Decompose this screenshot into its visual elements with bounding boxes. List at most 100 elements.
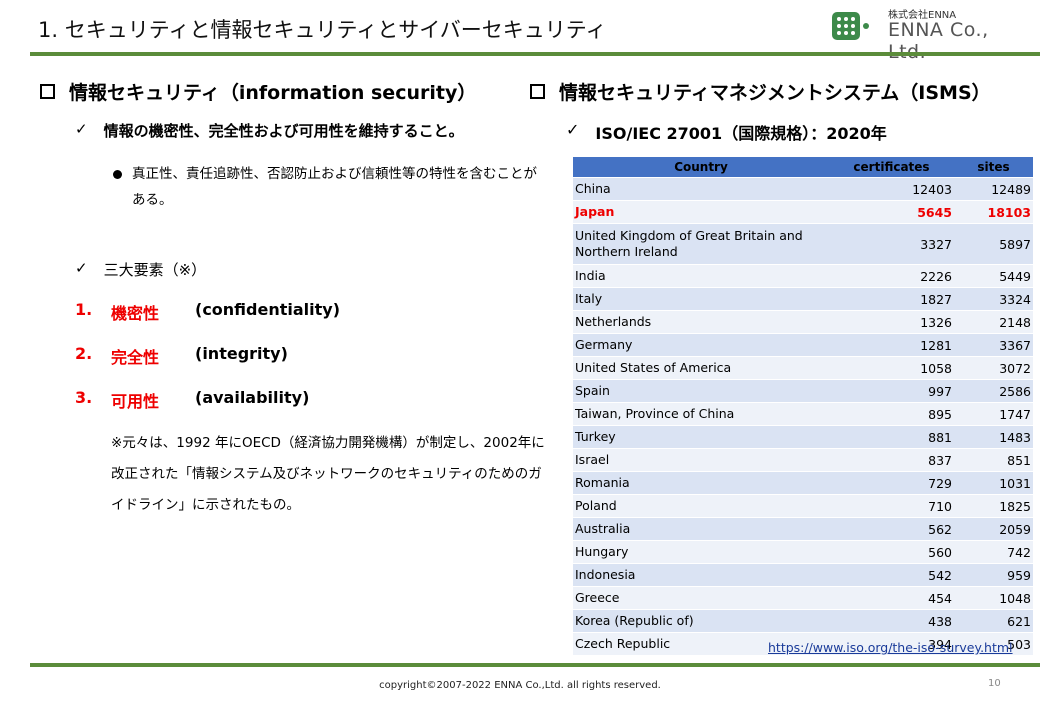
table-row: United Kingdom of Great Britain and Nort… — [573, 223, 1033, 265]
sites-cell: 742 — [954, 540, 1033, 564]
sites-cell: 621 — [954, 609, 1033, 633]
sites-cell: 3072 — [954, 356, 1033, 380]
sites-cell: 2148 — [954, 310, 1033, 334]
country-cell: China — [573, 177, 829, 201]
certificates-cell: 881 — [829, 425, 954, 449]
sites-cell: 1483 — [954, 425, 1033, 449]
column-header: certificates — [829, 157, 954, 178]
square-bullet-icon — [530, 84, 545, 99]
table-body: China 12403 12489 Japan 5645 18103 United King… — [573, 177, 1033, 655]
checkmark-icon: ✓ — [566, 120, 580, 139]
isms-heading: 情報セキュリティマネジメントシステム（ISMS） — [530, 78, 991, 105]
footer-divider — [30, 663, 1040, 667]
element-availability: 3. 可用性 (availability) — [75, 388, 545, 412]
country-cell: Turkey — [573, 425, 829, 449]
iso-subheading-text: ISO/IEC 27001（国際規格）：2020年 — [595, 124, 887, 143]
certificates-cell: 837 — [829, 448, 954, 472]
company-logo: 株式会社ENNA ENNA Co., Ltd. — [830, 6, 1030, 63]
bullet-text: 真正性、責任追跡性、否認防止および信頼性等の特性を含むことがある。 — [132, 166, 537, 208]
certificates-cell: 12403 — [829, 177, 954, 201]
sites-cell: 3324 — [954, 287, 1033, 311]
table-row: Indonesia 542 959 — [573, 563, 1033, 587]
sites-cell: 2059 — [954, 517, 1033, 541]
certificates-cell: 562 — [829, 517, 954, 541]
country-cell: Israel — [573, 448, 829, 472]
info-security-section: ✓ 情報の機密性、完全性および可用性を維持すること。 真正性、責任追跡性、否認防… — [75, 120, 545, 521]
elements-title: 三大要素（※） — [103, 261, 207, 279]
info-security-heading: 情報セキュリティ（information security） — [40, 78, 476, 105]
source-link[interactable]: https://www.iso.org/the-iso-survey.html — [768, 640, 1013, 655]
element-number: 2. — [75, 344, 93, 363]
slide-title: 1. セキュリティと情報セキュリティとサイバーセキュリティ — [38, 18, 607, 42]
country-cell: India — [573, 264, 829, 288]
country-cell: Japan — [573, 200, 829, 224]
sites-cell: 2586 — [954, 379, 1033, 403]
table-row: Italy 1827 3324 — [573, 287, 1033, 311]
country-cell: United States of America — [573, 356, 829, 380]
bullet-dot-icon — [113, 170, 122, 179]
sites-cell: 12489 — [954, 177, 1033, 201]
certificates-cell: 710 — [829, 494, 954, 518]
element-en: (confidentiality) — [195, 300, 341, 319]
info-security-heading-text: 情報セキュリティ（information security） — [69, 82, 477, 104]
country-cell: United Kingdom of Great Britain and Nort… — [573, 223, 829, 265]
elements-title-line: ✓ 三大要素（※） — [75, 259, 545, 280]
element-en: (integrity) — [195, 344, 288, 363]
certificates-cell: 895 — [829, 402, 954, 426]
country-cell: Poland — [573, 494, 829, 518]
certificates-cell: 560 — [829, 540, 954, 564]
checkmark-icon: ✓ — [75, 120, 88, 138]
certificates-cell: 3327 — [829, 223, 954, 265]
sites-cell: 1048 — [954, 586, 1033, 610]
square-bullet-icon — [40, 84, 55, 99]
country-cell: Taiwan, Province of China — [573, 402, 829, 426]
element-en: (availability) — [195, 388, 310, 407]
copyright: copyright©2007-2022 ENNA Co.,Ltd. all ri… — [379, 680, 661, 691]
certificates-cell: 438 — [829, 609, 954, 633]
definition-text: 情報の機密性、完全性および可用性を維持すること。 — [103, 122, 464, 140]
column-header: sites — [954, 157, 1033, 178]
isms-heading-text: 情報セキュリティマネジメントシステム（ISMS） — [559, 82, 991, 104]
country-cell: Indonesia — [573, 563, 829, 587]
table-row: Greece 454 1048 — [573, 586, 1033, 610]
table-row: Netherlands 1326 2148 — [573, 310, 1033, 334]
sites-cell: 18103 — [954, 200, 1033, 224]
three-elements: ✓ 三大要素（※） 1. 機密性 (confidentiality) 2. 完全… — [75, 259, 545, 521]
sites-cell: 851 — [954, 448, 1033, 472]
sites-cell: 959 — [954, 563, 1033, 587]
enna-logo-icon — [832, 12, 869, 40]
bullet-item: 真正性、責任追跡性、否認防止および信頼性等の特性を含むことがある。 — [113, 161, 545, 213]
sites-cell: 1031 — [954, 471, 1033, 495]
certificates-cell: 5645 — [829, 200, 954, 224]
table-row: India 2226 5449 — [573, 264, 1033, 288]
table-row: Poland 710 1825 — [573, 494, 1033, 518]
element-jp: 機密性 — [111, 304, 160, 323]
sites-cell: 5449 — [954, 264, 1033, 288]
table-row: Turkey 881 1483 — [573, 425, 1033, 449]
certificates-cell: 1281 — [829, 333, 954, 357]
table-row: Australia 562 2059 — [573, 517, 1033, 541]
sites-cell: 3367 — [954, 333, 1033, 357]
country-cell: Netherlands — [573, 310, 829, 334]
country-cell: Greece — [573, 586, 829, 610]
column-header: Country — [573, 157, 829, 178]
element-integrity: 2. 完全性 (integrity) — [75, 344, 545, 368]
definition-line: ✓ 情報の機密性、完全性および可用性を維持すること。 — [75, 120, 545, 141]
table-row: Germany 1281 3367 — [573, 333, 1033, 357]
table-row: Romania 729 1031 — [573, 471, 1033, 495]
country-cell: Spain — [573, 379, 829, 403]
element-confidentiality: 1. 機密性 (confidentiality) — [75, 300, 545, 324]
table-row: Japan 5645 18103 — [573, 200, 1033, 224]
element-jp: 完全性 — [111, 348, 160, 367]
certificates-cell: 1326 — [829, 310, 954, 334]
table-header-row: Country certificates sites — [573, 157, 1033, 178]
element-number: 3. — [75, 388, 93, 407]
checkmark-icon: ✓ — [75, 259, 88, 277]
header-divider — [30, 52, 1040, 56]
country-cell: Korea (Republic of) — [573, 609, 829, 633]
table-row: China 12403 12489 — [573, 177, 1033, 201]
country-cell: Hungary — [573, 540, 829, 564]
table-row: Hungary 560 742 — [573, 540, 1033, 564]
page-number: 10 — [988, 678, 1001, 689]
table-row: Taiwan, Province of China 895 1747 — [573, 402, 1033, 426]
